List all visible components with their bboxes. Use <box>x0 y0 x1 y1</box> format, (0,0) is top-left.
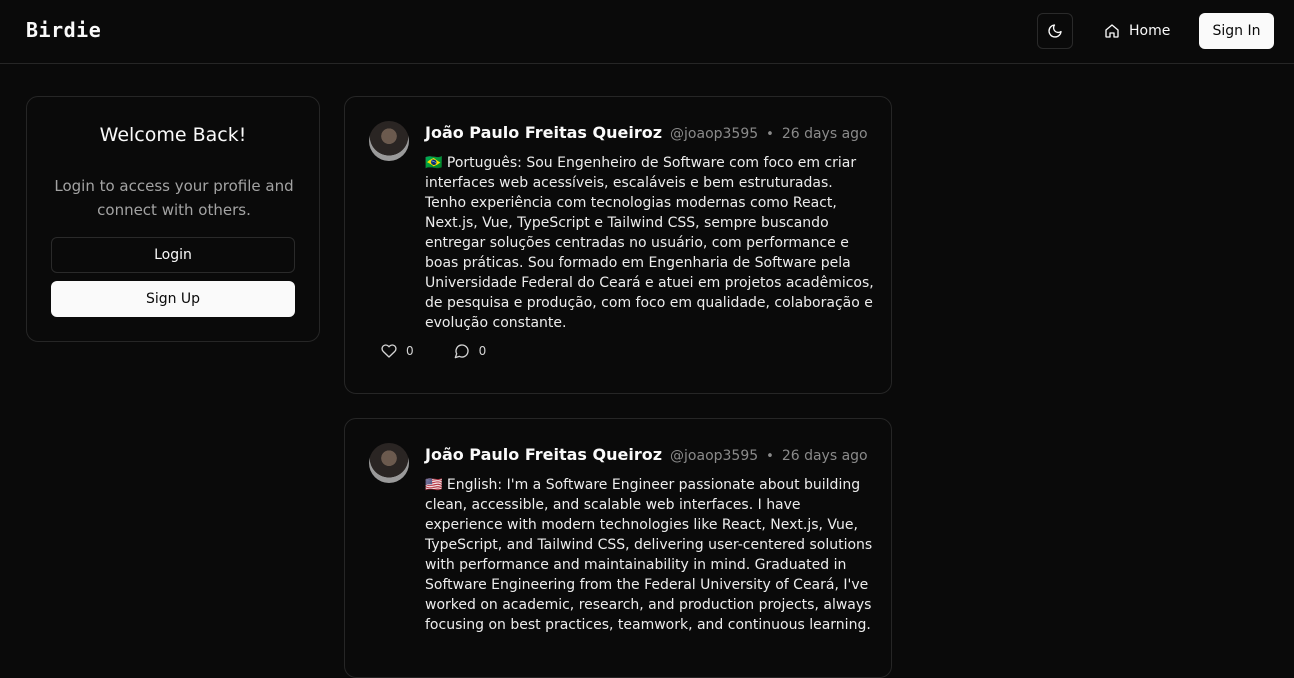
post-body: 🇧🇷 Português: Sou Engenheiro de Software… <box>425 155 874 331</box>
welcome-title: Welcome Back! <box>99 124 247 146</box>
home-icon <box>1104 23 1120 39</box>
post-card: João Paulo Freitas Queiroz @joaop3595 • … <box>344 96 892 394</box>
author-handle[interactable]: @joaop3595 <box>670 448 758 464</box>
moon-icon <box>1047 23 1063 39</box>
comment-button[interactable]: 0 <box>454 343 487 359</box>
author-name[interactable]: João Paulo Freitas Queiroz <box>425 123 662 142</box>
post-timestamp: 26 days ago <box>781 126 868 142</box>
welcome-subtitle: Login to access your profile and connect… <box>54 177 294 219</box>
comment-icon <box>454 343 470 359</box>
post-header: João Paulo Freitas Queiroz @joaop3595 • … <box>425 445 868 464</box>
separator-dot: • <box>766 449 774 464</box>
theme-toggle-button[interactable] <box>1037 13 1073 49</box>
like-count: 0 <box>406 344 414 358</box>
sign-in-button[interactable]: Sign In <box>1199 13 1274 49</box>
author-handle[interactable]: @joaop3595 <box>670 126 758 142</box>
login-button[interactable]: Login <box>51 237 295 273</box>
avatar[interactable] <box>369 443 409 483</box>
home-label: Home <box>1129 23 1171 39</box>
separator-dot: • <box>766 127 774 142</box>
post-body: 🇺🇸 English: I'm a Software Engineer pass… <box>425 477 873 633</box>
like-button[interactable]: 0 <box>381 343 414 359</box>
comment-count: 0 <box>478 344 487 358</box>
heart-icon <box>381 343 397 359</box>
post-timestamp: 26 days ago <box>781 448 868 464</box>
avatar[interactable] <box>369 121 409 161</box>
home-link[interactable]: Home <box>1104 13 1170 49</box>
post-actions: 0 0 <box>381 343 486 359</box>
brand-logo[interactable]: Birdie <box>26 18 101 42</box>
welcome-card: Welcome Back! Login to access your profi… <box>26 96 320 342</box>
top-navbar: Birdie Home Sign In <box>0 0 1294 64</box>
sign-up-button[interactable]: Sign Up <box>51 281 295 317</box>
post-header: João Paulo Freitas Queiroz @joaop3595 • … <box>425 123 868 142</box>
post-card: João Paulo Freitas Queiroz @joaop3595 • … <box>344 418 892 678</box>
author-name[interactable]: João Paulo Freitas Queiroz <box>425 445 662 464</box>
